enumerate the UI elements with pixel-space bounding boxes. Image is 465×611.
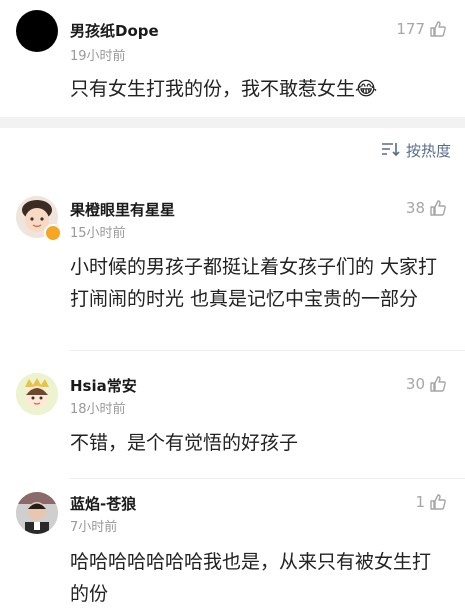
comment-text: 只有女生打我的份，我不敢惹女生😂 [70,78,378,100]
comment-author[interactable]: 男孩纸Dope [70,20,159,41]
sort-icon [381,141,401,161]
avatar[interactable] [16,10,58,52]
like-count: 30 [405,375,425,393]
like-button[interactable]: 38 [406,199,447,217]
comment-time: 15小时前 [70,226,126,241]
avatar[interactable] [16,492,58,534]
like-button[interactable]: 177 [396,20,447,38]
comment-text: 哈哈哈哈哈哈哈我也是，从来只有被女生打的份 [70,551,432,605]
comment-text: 不错，是个有觉悟的好孩子 [70,432,299,454]
laughing-emoji-icon: 😂 [355,78,378,100]
sort-button[interactable]: 按热度 [381,140,451,161]
thumbs-up-icon [429,375,447,393]
comment-time: 18小时前 [70,402,126,417]
comment-text: 小时候的男孩子都挺让着女孩子们的 大家打打闹闹的时光 也真是记忆中宝贵的一部分 [70,256,438,310]
like-count: 38 [405,199,425,217]
comment-author[interactable]: 蓝焰-苍狼 [70,493,136,514]
thumbs-up-icon [429,20,447,38]
like-button[interactable]: 1 [415,493,447,511]
thumbs-up-icon [429,199,447,217]
comment-author[interactable]: 果橙眼里有星星 [70,199,175,220]
avatar[interactable] [16,373,58,415]
verified-badge-icon [44,224,62,242]
like-count: 177 [396,20,425,38]
thumbs-up-icon [429,493,447,511]
comment-author[interactable]: Hsia常安 [70,375,137,396]
sort-label: 按热度 [405,142,451,160]
divider [70,478,465,479]
comment-time: 7小时前 [70,520,118,535]
divider [70,350,465,351]
section-divider [0,117,465,128]
comment-time: 19小时前 [70,49,126,64]
like-button[interactable]: 30 [406,375,447,393]
like-count: 1 [415,493,425,511]
